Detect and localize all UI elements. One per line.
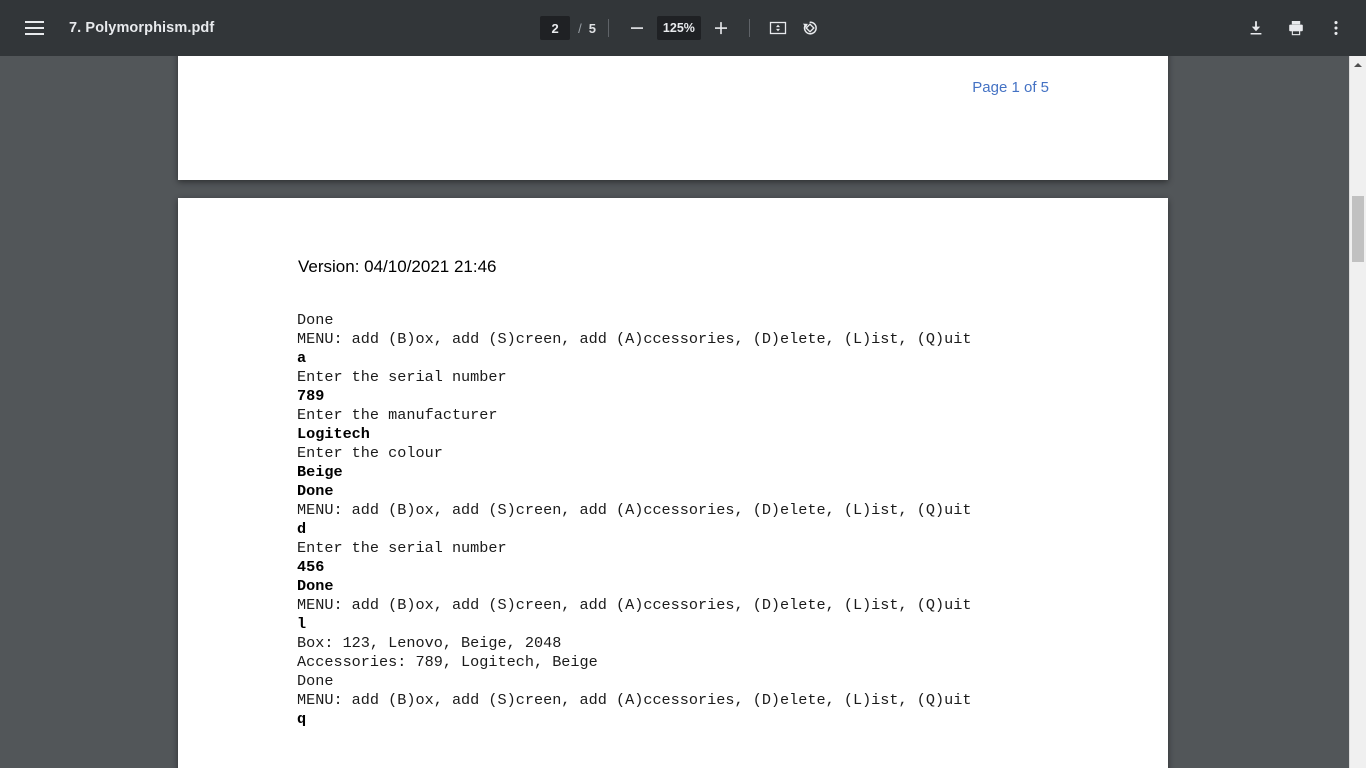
zoom-in-button[interactable] (705, 12, 737, 44)
minus-icon (630, 27, 643, 29)
more-options-icon (1334, 21, 1338, 35)
toolbar-divider-1 (607, 19, 609, 37)
print-icon (1289, 21, 1303, 36)
pdf-viewer-canvas[interactable]: Page 1 of 5 Version: 04/10/2021 21:46 Do… (0, 56, 1350, 768)
console-output-block: Done MENU: add (B)ox, add (S)creen, add (… (297, 311, 1137, 729)
pdf-viewer-app: 7. Polymorphism.pdf / 5 125% (0, 0, 1366, 768)
console-line: Enter the serial number (297, 539, 507, 557)
console-line: Done (297, 672, 334, 690)
console-line: Beige (297, 463, 343, 481)
pdf-page-2: Version: 04/10/2021 21:46 Done MENU: add … (178, 198, 1168, 768)
hamburger-glyph (24, 21, 44, 35)
page-footer-label: Page 1 of 5 (972, 79, 1049, 96)
console-line: MENU: add (B)ox, add (S)creen, add (A)cc… (297, 596, 972, 614)
console-line: Box: 123, Lenovo, Beige, 2048 (297, 634, 562, 652)
pdf-page-1: Page 1 of 5 (178, 56, 1168, 180)
console-line: Logitech (297, 425, 370, 443)
console-line: Enter the colour (297, 444, 443, 462)
fit-to-page-button[interactable] (762, 12, 794, 44)
download-button[interactable] (1240, 12, 1272, 44)
page-number-input[interactable] (540, 16, 571, 40)
hamburger-menu-icon[interactable] (18, 12, 50, 44)
page-navigation: / 5 (540, 16, 596, 40)
fit-to-page-icon (769, 21, 787, 35)
console-line: d (297, 520, 307, 538)
console-line: Accessories: 789, Logitech, Beige (297, 653, 598, 671)
console-line: a (297, 349, 307, 367)
scrollbar-thumb[interactable] (1352, 196, 1364, 262)
console-line: Done (297, 311, 334, 329)
version-heading: Version: 04/10/2021 21:46 (298, 257, 497, 276)
console-line: MENU: add (B)ox, add (S)creen, add (A)cc… (297, 501, 972, 519)
scroll-up-arrow-icon[interactable] (1350, 56, 1366, 73)
toolbar-right-group (1240, 12, 1352, 44)
more-options-button[interactable] (1320, 12, 1352, 44)
console-line: Done (297, 482, 334, 500)
print-button[interactable] (1280, 12, 1312, 44)
download-icon (1250, 21, 1262, 35)
toolbar-left-group: 7. Polymorphism.pdf (0, 12, 214, 44)
document-title: 7. Polymorphism.pdf (69, 20, 215, 36)
console-line: MENU: add (B)ox, add (S)creen, add (A)cc… (297, 691, 972, 709)
zoom-out-button[interactable] (621, 12, 653, 44)
console-line: 789 (297, 387, 325, 405)
pdf-toolbar: 7. Polymorphism.pdf / 5 125% (0, 0, 1366, 56)
vertical-scrollbar[interactable] (1349, 56, 1366, 768)
console-line: Enter the serial number (297, 368, 507, 386)
toolbar-divider-2 (748, 19, 750, 37)
page-total-count: 5 (588, 20, 596, 36)
zoom-level-display[interactable]: 125% (656, 16, 701, 40)
console-line: q (297, 710, 307, 728)
rotate-counterclockwise-button[interactable] (794, 12, 826, 44)
plus-icon (714, 22, 727, 35)
console-line: Done (297, 577, 334, 595)
console-line: MENU: add (B)ox, add (S)creen, add (A)cc… (297, 330, 972, 348)
rotate-counterclockwise-icon (802, 21, 817, 35)
page-separator: / (578, 20, 582, 36)
console-line: l (297, 615, 307, 633)
console-line: Enter the manufacturer (297, 406, 498, 424)
console-line: 456 (297, 558, 325, 576)
